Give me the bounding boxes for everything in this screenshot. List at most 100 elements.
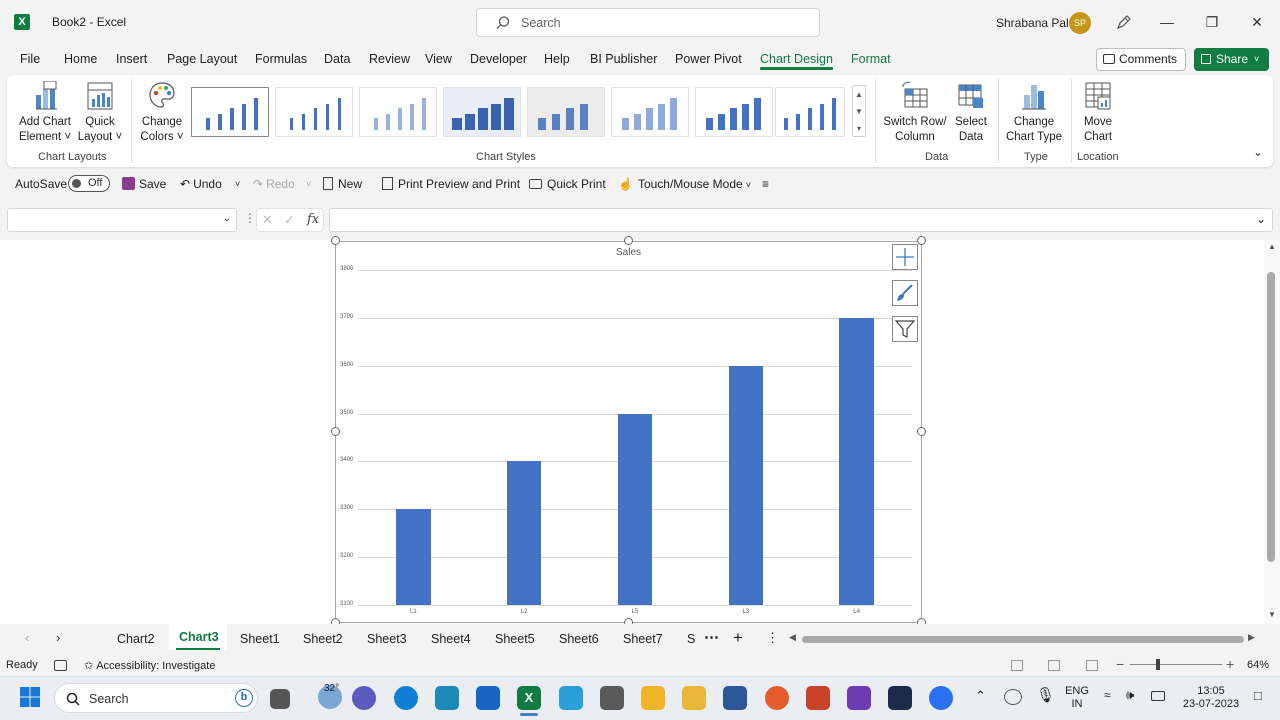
- calculator-icon[interactable]: [600, 686, 624, 710]
- sheet-tab-sheet2[interactable]: Sheet2: [303, 632, 343, 646]
- battery-icon[interactable]: [1151, 691, 1165, 701]
- undo-dropdown-icon[interactable]: ˅: [235, 179, 240, 189]
- select-data-button[interactable]: Select Data: [951, 79, 991, 145]
- collapse-ribbon-icon[interactable]: ⌄: [1253, 145, 1263, 159]
- pen-icon[interactable]: [1114, 12, 1134, 32]
- tab-bi-publisher[interactable]: BI Publisher: [590, 52, 657, 66]
- scroll-down-icon[interactable]: ▼: [1268, 610, 1276, 619]
- chart-style-8[interactable]: [775, 87, 845, 137]
- chart-style-6[interactable]: [611, 87, 689, 137]
- sheet-options-icon[interactable]: ⋮: [766, 630, 779, 646]
- cancel-icon[interactable]: ✕: [262, 212, 273, 228]
- chart-style-7[interactable]: [695, 87, 773, 137]
- accessibility-button[interactable]: ✩ Accessibility: Investigate: [84, 659, 215, 672]
- scroll-left-icon[interactable]: ◀: [789, 632, 796, 643]
- sheet-tab-sheet6[interactable]: Sheet6: [559, 632, 599, 646]
- close-icon[interactable]: ✕: [1244, 10, 1270, 36]
- name-box[interactable]: ⌄: [7, 208, 237, 232]
- more-sheets-icon[interactable]: ⋯: [704, 628, 719, 646]
- bar-l3[interactable]: [728, 365, 763, 605]
- redo-button[interactable]: ↷ Redo: [253, 177, 295, 191]
- chevron-up-icon[interactable]: ▲: [853, 86, 865, 103]
- quick-layout-button[interactable]: Quick Layout ˅: [77, 79, 123, 145]
- bar-l1[interactable]: [396, 509, 431, 605]
- chart-style-3[interactable]: [359, 87, 437, 137]
- formula-input[interactable]: ⌄: [329, 208, 1273, 232]
- tab-data[interactable]: Data: [324, 52, 350, 66]
- notifications-icon[interactable]: □: [1254, 688, 1262, 703]
- move-chart-button[interactable]: Move Chart: [1075, 79, 1121, 145]
- vertical-scroll-thumb[interactable]: [1267, 272, 1275, 562]
- plot-area[interactable]: 3800 3700 3600 3500 3400 3300 3200 3100 L1 L2 L5 L3…: [336, 242, 921, 622]
- zoom-out-icon[interactable]: −: [1116, 656, 1124, 672]
- fx-button[interactable]: fx: [307, 212, 319, 227]
- resize-handle[interactable]: [917, 236, 926, 245]
- change-colors-button[interactable]: Change Colors ˅: [137, 79, 187, 145]
- chart-filters-button[interactable]: [892, 316, 918, 342]
- word-icon[interactable]: [723, 686, 747, 710]
- print-preview-button[interactable]: Print Preview and Print: [382, 177, 520, 191]
- sheet-tab-chart3[interactable]: Chart3: [179, 630, 219, 644]
- chevron-down-icon[interactable]: ▼: [853, 103, 865, 120]
- chart-styles-scroll[interactable]: ▲ ▼ ▾: [852, 85, 866, 137]
- powerpoint-icon[interactable]: [806, 686, 830, 710]
- microphone-icon[interactable]: 🎙: [1036, 686, 1055, 704]
- page-layout-view-icon[interactable]: [1048, 660, 1060, 671]
- expand-formula-icon[interactable]: ⌄: [1256, 212, 1266, 226]
- tab-help[interactable]: Help: [544, 52, 570, 66]
- quick-print-button[interactable]: Quick Print: [529, 177, 606, 191]
- sheet-tab-sheet3[interactable]: Sheet3: [367, 632, 407, 646]
- chevron-down-icon[interactable]: ⌄: [223, 213, 231, 224]
- scroll-right-icon[interactable]: ▶: [1248, 632, 1255, 643]
- tab-home[interactable]: Home: [64, 52, 97, 66]
- zoom-slider-thumb[interactable]: [1156, 659, 1160, 670]
- next-sheet-icon[interactable]: ›: [56, 630, 60, 645]
- sheet-tab-sheet1[interactable]: Sheet1: [240, 632, 280, 646]
- chart-style-4[interactable]: [443, 87, 521, 137]
- share-button[interactable]: Share ˅: [1194, 48, 1269, 71]
- customize-qat-icon[interactable]: ≡: [762, 177, 769, 191]
- mail-icon[interactable]: [476, 686, 500, 710]
- chart-elements-button[interactable]: [892, 244, 918, 270]
- touch-mode-button[interactable]: ☝ Touch/Mouse Mode ˅: [618, 177, 751, 191]
- save-button[interactable]: Save: [122, 177, 166, 191]
- chart-styles-button[interactable]: [892, 280, 918, 306]
- tab-developer[interactable]: Developer: [470, 52, 527, 66]
- firefox-icon[interactable]: [765, 686, 789, 710]
- redo-dropdown-icon[interactable]: ˅: [306, 179, 311, 189]
- user-name[interactable]: Shrabana Pal: [996, 16, 1069, 30]
- comments-button[interactable]: Comments: [1096, 48, 1186, 71]
- windows-start-icon[interactable]: [19, 686, 41, 708]
- file-explorer-icon[interactable]: [682, 686, 706, 710]
- new-button[interactable]: New: [323, 177, 362, 191]
- search-box[interactable]: Search: [476, 8, 820, 37]
- more-styles-icon[interactable]: ▾: [853, 120, 865, 137]
- add-chart-element-button[interactable]: Add Chart Element ˅: [15, 79, 75, 145]
- media-app-icon[interactable]: [888, 686, 912, 710]
- horizontal-scroll-thumb[interactable]: [802, 636, 1244, 643]
- enter-icon[interactable]: ✓: [284, 212, 295, 228]
- switch-row-column-button[interactable]: Switch Row/ Column: [881, 79, 949, 145]
- notepad-icon[interactable]: [641, 686, 665, 710]
- taskbar-search[interactable]: Search b: [54, 683, 258, 713]
- minimize-icon[interactable]: —: [1154, 10, 1180, 36]
- tab-view[interactable]: View: [425, 52, 452, 66]
- photos-icon[interactable]: [559, 686, 583, 710]
- tab-chart-design[interactable]: Chart Design: [760, 52, 833, 66]
- wifi-icon[interactable]: ≈: [1104, 688, 1111, 702]
- scroll-up-icon[interactable]: ▲: [1268, 242, 1276, 251]
- tab-page-layout[interactable]: Page Layout: [167, 52, 237, 66]
- onedrive-icon[interactable]: [1004, 689, 1022, 705]
- restore-icon[interactable]: ❐: [1199, 10, 1225, 36]
- sheet-tab-sheet7[interactable]: Sheet7: [623, 632, 663, 646]
- edge-icon[interactable]: [394, 686, 418, 710]
- zoom-level[interactable]: 64%: [1247, 659, 1269, 671]
- resize-handle[interactable]: [917, 427, 926, 436]
- bing-icon[interactable]: b: [235, 689, 253, 707]
- zoom-slider[interactable]: [1130, 664, 1222, 665]
- chart-style-5[interactable]: [527, 87, 605, 137]
- resize-handle[interactable]: [331, 236, 340, 245]
- tab-formulas[interactable]: Formulas: [255, 52, 307, 66]
- sheet-tab-sheet5[interactable]: Sheet5: [495, 632, 535, 646]
- show-hidden-icons[interactable]: ⌃: [975, 688, 986, 704]
